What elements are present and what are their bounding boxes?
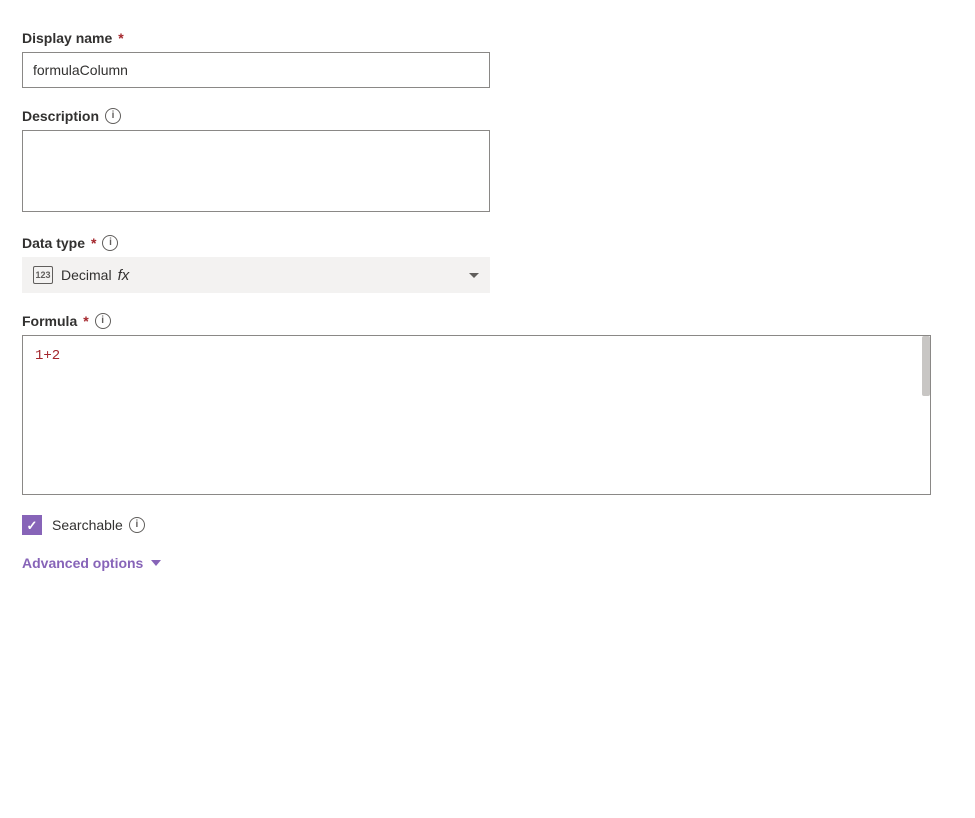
form-container: Display name * Description i Data type *… [22,30,953,571]
description-textarea[interactable] [22,130,490,212]
advanced-options-chevron-icon [151,560,161,566]
searchable-info-icon[interactable]: i [129,517,145,533]
data-type-icon-box: 123 [33,266,53,284]
advanced-options-label: Advanced options [22,555,143,571]
data-type-required: * [91,235,96,251]
display-name-label-text: Display name [22,30,112,46]
searchable-label-row: Searchable i [52,517,145,533]
formula-label-text: Formula [22,313,77,329]
formula-info-icon[interactable]: i [95,313,111,329]
display-name-input[interactable] [22,52,490,88]
checkmark-icon: ✓ [27,519,38,532]
data-type-select-text: Decimal fx [61,267,461,284]
data-type-selected-value: Decimal [61,267,112,283]
description-info-icon[interactable]: i [105,108,121,124]
data-type-select[interactable]: 123 Decimal fx [22,257,490,293]
description-field-group: Description i [22,108,953,215]
searchable-label-text: Searchable [52,517,123,533]
data-type-field-group: Data type * i 123 Decimal fx [22,235,953,293]
display-name-field-group: Display name * [22,30,953,88]
formula-editor[interactable]: 1+2 [22,335,931,495]
searchable-row: ✓ Searchable i [22,515,953,535]
searchable-checkbox[interactable]: ✓ [22,515,42,535]
data-type-info-icon[interactable]: i [102,235,118,251]
formula-label-row: Formula * i [22,313,953,329]
description-label-text: Description [22,108,99,124]
data-type-icon-label: 123 [35,270,50,280]
data-type-label-text: Data type [22,235,85,251]
data-type-label-row: Data type * i [22,235,953,251]
data-type-chevron-icon [469,273,479,278]
formula-required: * [83,313,88,329]
display-name-required: * [118,30,123,46]
formula-value: 1+2 [23,336,930,377]
formula-field-group: Formula * i 1+2 [22,313,953,495]
description-label-row: Description i [22,108,953,124]
advanced-options-row[interactable]: Advanced options [22,555,953,571]
formula-scrollbar [922,336,930,396]
fx-symbol: fx [118,267,130,284]
display-name-label: Display name * [22,30,953,46]
